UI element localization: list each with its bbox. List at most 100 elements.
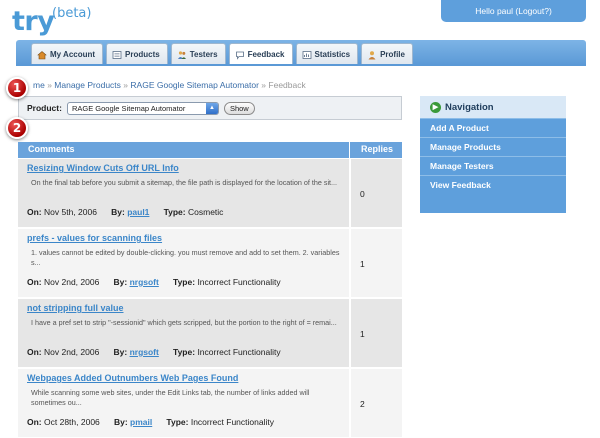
table-row: not stripping full value I have a pref s…: [18, 299, 402, 367]
reply-count: 2: [360, 399, 365, 409]
product-selector-bar: Product: RAGE Google Sitemap Automator ▲…: [18, 96, 402, 120]
tab-statistics[interactable]: Statistics: [295, 43, 359, 65]
comment-user-link[interactable]: paul1: [127, 207, 149, 217]
by-label: By:: [113, 417, 128, 427]
breadcrumb: me » Manage Products » RAGE Google Sitem…: [33, 80, 306, 90]
tab-label: Statistics: [314, 50, 351, 59]
person-icon: [367, 50, 377, 60]
comment-description: I have a pref set to strip "-sessionid" …: [31, 318, 337, 327]
select-arrows-icon: ▲: [205, 102, 218, 114]
people-icon: [177, 50, 187, 60]
tab-label: Products: [125, 50, 160, 59]
comment-title-link[interactable]: not stripping full value: [27, 303, 124, 313]
product-label: Product:: [27, 103, 62, 113]
on-label: On:: [27, 347, 42, 357]
product-select[interactable]: RAGE Google Sitemap Automator ▲: [66, 101, 219, 115]
replies-cell: 2: [350, 369, 402, 437]
comments-table-header: Comments Replies: [18, 142, 402, 158]
tab-label: Feedback: [247, 50, 285, 59]
comment-user-link[interactable]: nrgsoft: [130, 277, 159, 287]
type-label: Type:: [173, 277, 196, 287]
tab-profile[interactable]: Profile: [361, 43, 413, 65]
comment-title-link[interactable]: prefs - values for scanning files: [27, 233, 162, 243]
comment-type: Incorrect Functionality: [197, 347, 281, 357]
type-label: Type:: [166, 417, 189, 427]
on-label: On:: [27, 277, 42, 287]
breadcrumb-separator: »: [123, 80, 129, 90]
header-divider: [349, 142, 350, 158]
main-tabs: My Account Products Testers Feedback Sta…: [31, 43, 413, 65]
comment-meta: On: Oct 28th, 2006 By: pmail Type: Incor…: [27, 417, 274, 427]
comment-type: Incorrect Functionality: [197, 277, 281, 287]
header-comments: Comments: [28, 144, 75, 154]
comment-type: Incorrect Functionality: [190, 417, 274, 427]
reply-count: 1: [360, 329, 365, 339]
chart-icon: [302, 50, 312, 60]
speech-bubble-icon: [235, 50, 245, 60]
breadcrumb-separator: »: [47, 80, 52, 90]
header-replies: Replies: [361, 144, 394, 154]
comment-cell: Resizing Window Cuts Off URL Info On the…: [18, 159, 349, 227]
reply-count: 0: [360, 189, 365, 199]
comment-date: Nov 2nd, 2006: [44, 277, 100, 287]
by-label: By:: [113, 347, 128, 357]
type-label: Type:: [173, 347, 196, 357]
comment-date: Oct 28th, 2006: [44, 417, 100, 427]
by-label: By:: [111, 207, 125, 217]
breadcrumb-product[interactable]: RAGE Google Sitemap Automator: [130, 80, 259, 90]
replies-cell: 1: [350, 299, 402, 367]
table-row: Resizing Window Cuts Off URL Info On the…: [18, 159, 402, 227]
comment-description: 1. values cannot be edited by double-cli…: [31, 248, 340, 267]
comment-user-link[interactable]: pmail: [130, 417, 152, 427]
tab-label: Testers: [189, 50, 218, 59]
comment-cell: Webpages Added Outnumbers Web Pages Foun…: [18, 369, 349, 437]
comment-description: On the final tab before you submit a sit…: [31, 178, 338, 187]
comment-date: Nov 5th, 2006: [44, 207, 97, 217]
replies-cell: 0: [350, 159, 402, 227]
comment-meta: On: Nov 2nd, 2006 By: nrgsoft Type: Inco…: [27, 347, 281, 357]
step-badge-2: 2: [6, 117, 28, 139]
product-select-value: RAGE Google Sitemap Automator: [71, 103, 186, 113]
on-label: On:: [27, 417, 42, 427]
show-button[interactable]: Show: [223, 101, 255, 115]
comment-meta: On: Nov 2nd, 2006 By: nrgsoft Type: Inco…: [27, 277, 281, 287]
type-label: Type:: [163, 207, 186, 217]
logo: try: [12, 6, 55, 37]
nav-item-manage-products[interactable]: Manage Products: [420, 137, 566, 156]
tab-label: My Account: [50, 50, 96, 59]
arrow-right-icon: ▶: [430, 101, 441, 113]
by-label: By:: [113, 277, 128, 287]
list-icon: [112, 50, 122, 60]
comment-description: While scanning some web sites, under the…: [31, 388, 310, 407]
table-row: Webpages Added Outnumbers Web Pages Foun…: [18, 369, 402, 437]
tab-products[interactable]: Products: [106, 43, 168, 65]
nav-item-add-product[interactable]: Add A Product: [420, 118, 566, 137]
comment-cell: prefs - values for scanning files 1. val…: [18, 229, 349, 297]
breadcrumb-manage-products[interactable]: Manage Products: [54, 80, 121, 90]
user-logout-link[interactable]: Hello paul (Logout?): [441, 0, 586, 22]
tab-my-account[interactable]: My Account: [31, 43, 104, 65]
navigation-header: ▶ Navigation: [420, 96, 566, 118]
navigation-panel: ▶ Navigation Add A Product Manage Produc…: [420, 96, 566, 213]
navigation-title: Navigation: [445, 101, 494, 113]
reply-count: 1: [360, 259, 365, 269]
step-badge-1: 1: [6, 77, 28, 99]
breadcrumb-current: Feedback: [268, 80, 306, 90]
comment-user-link[interactable]: nrgsoft: [130, 347, 159, 357]
breadcrumb-separator: »: [261, 80, 267, 90]
logo-beta-tag: (beta): [52, 6, 92, 21]
tab-label: Profile: [380, 50, 405, 59]
tab-testers[interactable]: Testers: [170, 43, 226, 65]
comment-title-link[interactable]: Webpages Added Outnumbers Web Pages Foun…: [27, 373, 238, 383]
nav-item-view-feedback[interactable]: View Feedback: [420, 175, 566, 194]
comment-type: Cosmetic: [188, 207, 224, 217]
tab-feedback[interactable]: Feedback: [228, 43, 293, 65]
nav-item-manage-testers[interactable]: Manage Testers: [420, 156, 566, 175]
replies-cell: 1: [350, 229, 402, 297]
table-row: prefs - values for scanning files 1. val…: [18, 229, 402, 297]
comment-cell: not stripping full value I have a pref s…: [18, 299, 349, 367]
comment-meta: On: Nov 5th, 2006 By: paul1 Type: Cosmet…: [27, 207, 223, 217]
comment-title-link[interactable]: Resizing Window Cuts Off URL Info: [27, 163, 179, 173]
breadcrumb-home[interactable]: me: [33, 80, 45, 90]
comment-date: Nov 2nd, 2006: [44, 347, 100, 357]
